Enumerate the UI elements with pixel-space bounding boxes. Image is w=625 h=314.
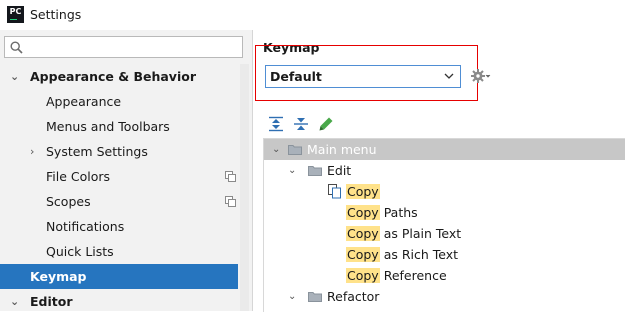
keymap-actions-tree[interactable]: ⌄ Main menu ⌄ Edit Copy Copy Paths Copy … (263, 138, 625, 312)
sidebar-item-keymap[interactable]: Keymap (0, 264, 238, 289)
tree-item-copy-reference[interactable]: Copy Reference (264, 265, 625, 286)
window-title: Settings (30, 7, 82, 22)
gear-icon[interactable] (471, 68, 491, 84)
folder-icon (308, 292, 322, 302)
tree-item-main-menu[interactable]: ⌄ Main menu (264, 139, 625, 160)
keymap-select[interactable]: Default (265, 65, 461, 88)
sidebar-item-quick-lists[interactable]: Quick Lists (0, 239, 238, 264)
edit-icon[interactable] (318, 116, 334, 132)
sidebar-item-file-colors[interactable]: File Colors (0, 164, 238, 189)
search-input[interactable] (4, 36, 243, 58)
sidebar-item-notifications[interactable]: Notifications (0, 214, 238, 239)
chevron-down-icon (444, 73, 454, 79)
tree-item-copy[interactable]: Copy (264, 181, 625, 202)
chevron-right-icon[interactable]: › (30, 139, 34, 164)
folder-icon (308, 166, 322, 176)
chevron-down-icon[interactable]: ⌄ (288, 286, 296, 307)
chevron-down-icon[interactable]: ⌄ (272, 139, 280, 160)
tree-item-copy-plain-text[interactable]: Copy as Plain Text (264, 223, 625, 244)
chevron-down-icon[interactable]: ⌄ (288, 160, 296, 181)
expand-all-icon[interactable] (268, 116, 284, 132)
chevron-down-icon[interactable]: ⌄ (10, 289, 19, 314)
sidebar-item-menus-toolbars[interactable]: Menus and Toolbars (0, 114, 238, 139)
title-bar: PC Settings (0, 0, 625, 30)
settings-sidebar: ⌄ Appearance & Behavior Appearance Menus… (0, 30, 253, 311)
chevron-down-icon[interactable]: ⌄ (10, 64, 19, 89)
pycharm-app-icon: PC (7, 6, 24, 23)
sidebar-item-appearance[interactable]: Appearance (0, 89, 238, 114)
sidebar-item-editor[interactable]: ⌄ Editor (0, 289, 238, 314)
sidebar-item-system-settings[interactable]: › System Settings (0, 139, 238, 164)
sidebar-scrollbar[interactable] (240, 64, 249, 311)
search-icon (10, 41, 23, 54)
copy-icon (328, 184, 341, 199)
keymap-panel: Keymap Default ⌄ Main menu ⌄ Edit Copy C… (253, 30, 625, 312)
copy-icon (225, 171, 236, 182)
sidebar-item-appearance-behavior[interactable]: ⌄ Appearance & Behavior (0, 64, 238, 89)
folder-icon (288, 145, 302, 155)
copy-icon (225, 196, 236, 207)
tree-item-edit[interactable]: ⌄ Edit (264, 160, 625, 181)
tree-item-copy-paths[interactable]: Copy Paths (264, 202, 625, 223)
collapse-all-icon[interactable] (293, 116, 309, 132)
tree-item-refactor[interactable]: ⌄ Refactor (264, 286, 625, 307)
tree-item-copy-rich-text[interactable]: Copy as Rich Text (264, 244, 625, 265)
sidebar-item-scopes[interactable]: Scopes (0, 189, 238, 214)
